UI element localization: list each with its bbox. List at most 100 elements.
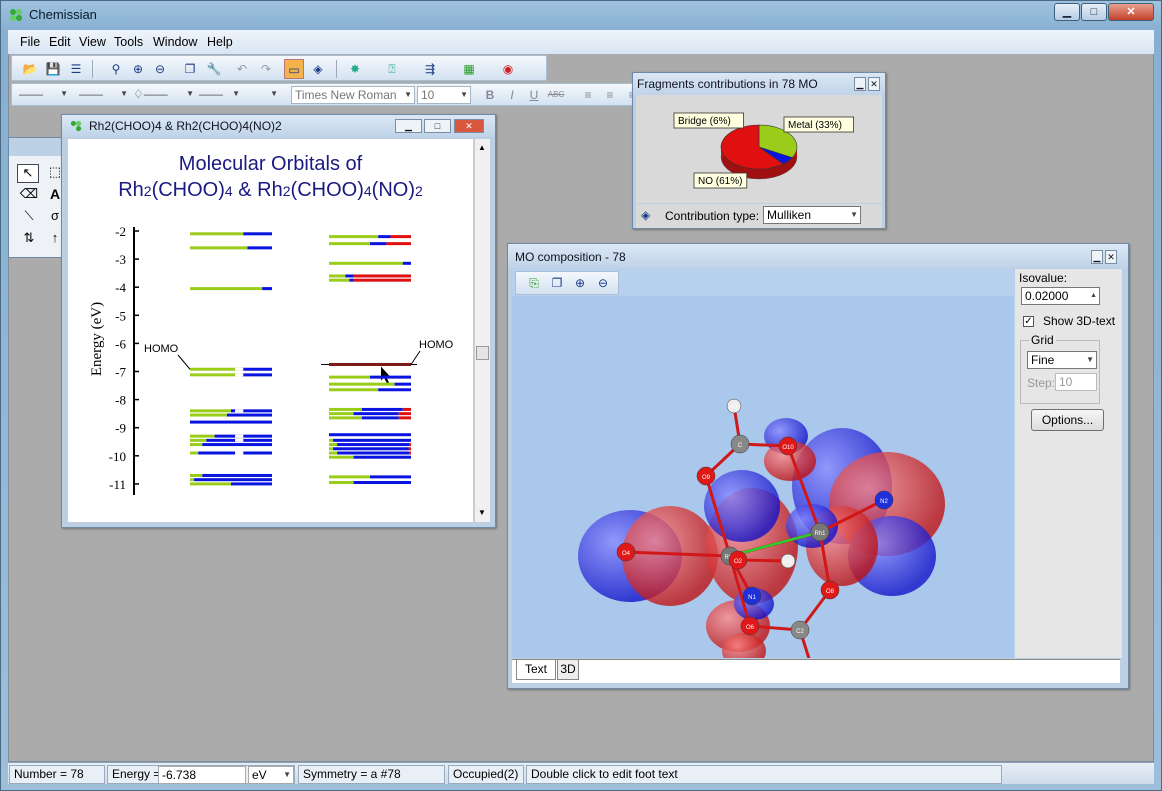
menu-view[interactable]: View bbox=[79, 35, 106, 49]
left-level-gap bbox=[235, 434, 244, 438]
fragment-pie-chart: Metal (33%) Bridge (6%) NO (61%) bbox=[673, 112, 854, 189]
export-icon[interactable]: ⎘ bbox=[524, 273, 544, 293]
left-level-gap bbox=[235, 409, 244, 413]
color-combo[interactable]: ▼ bbox=[244, 86, 280, 104]
atom-label: O2 bbox=[734, 559, 743, 565]
wrench-icon[interactable]: 🔧 bbox=[204, 59, 224, 79]
energy-value-field[interactable]: -6.738 bbox=[158, 766, 246, 784]
diagram-maximize-button[interactable]: □ bbox=[424, 119, 451, 133]
scroll-thumb[interactable] bbox=[476, 346, 489, 360]
left-level-metal bbox=[190, 443, 203, 447]
fragments-close-button[interactable]: ✕ bbox=[868, 77, 880, 91]
fill-color-combo[interactable]: ♢—— ▼ bbox=[130, 86, 196, 104]
save-icon[interactable]: 💾 bbox=[43, 59, 63, 79]
level-mode-icon[interactable]: ▭ bbox=[284, 59, 304, 79]
mo-3d-view[interactable]: ⎘ ❐ ⊕ ⊖ H3CO10O9N2Rh1Rh2O2H1O4N1O8C2O6H2 bbox=[512, 269, 1014, 658]
levels-icon[interactable]: ☰ bbox=[66, 59, 86, 79]
fragment-icon[interactable]: ◈ bbox=[308, 59, 328, 79]
energy-unit-select[interactable]: eV ▼ bbox=[248, 766, 294, 784]
molecule-3d-render[interactable]: H3CO10O9N2Rh1Rh2O2H1O4N1O8C2O6H2 bbox=[512, 296, 1014, 658]
italic-button[interactable]: I bbox=[502, 85, 522, 105]
scroll-up-icon[interactable]: ▲ bbox=[478, 143, 486, 152]
underline-button[interactable]: U bbox=[524, 85, 544, 105]
help-cursor-icon[interactable]: ⍰ bbox=[382, 59, 402, 79]
mo-zoom-in-icon[interactable]: ⊕ bbox=[570, 273, 590, 293]
mo-minimize-button[interactable]: ▁ bbox=[1091, 250, 1103, 264]
tab-3d[interactable]: 3D bbox=[557, 660, 579, 680]
open-icon[interactable]: 📂 bbox=[20, 59, 40, 79]
menu-help[interactable]: Help bbox=[207, 35, 233, 49]
strike-button[interactable]: ABC bbox=[546, 85, 566, 105]
close-button[interactable]: ✕ bbox=[1108, 3, 1154, 21]
right-level-no bbox=[386, 242, 411, 246]
undo-icon[interactable]: ↶ bbox=[232, 59, 252, 79]
isovalue-input[interactable]: 0.02000 ▲ bbox=[1021, 287, 1100, 305]
menu-tools[interactable]: Tools bbox=[114, 35, 143, 49]
right-level-metal bbox=[329, 242, 370, 246]
align-left-icon[interactable]: ≡ bbox=[578, 85, 598, 105]
arrow-tool-icon[interactable]: ↖ bbox=[17, 164, 39, 183]
font-size-combo[interactable]: 10 ▼ bbox=[417, 86, 471, 104]
options-button[interactable]: Options... bbox=[1031, 409, 1104, 431]
diagram-minimize-button[interactable]: ▁ bbox=[395, 119, 422, 133]
diagram-scrollbar[interactable]: ▲ ▼ bbox=[474, 139, 490, 522]
fragments-window: Fragments contributions in 78 MO ▁ ✕ Met… bbox=[632, 72, 886, 229]
grid-groupbox bbox=[1020, 340, 1100, 404]
contribution-type-select[interactable]: Mulliken ▼ bbox=[763, 206, 861, 224]
bold-button[interactable]: B bbox=[480, 85, 500, 105]
status-foot-text[interactable]: Double click to edit foot text bbox=[526, 765, 1002, 784]
diagram-close-button[interactable]: ✕ bbox=[454, 119, 484, 133]
line-tool-icon[interactable]: ⟍ bbox=[19, 208, 39, 227]
copy-icon[interactable]: ❐ bbox=[180, 59, 200, 79]
redo-icon[interactable]: ↷ bbox=[256, 59, 276, 79]
font-combo[interactable]: Times New Roman ▼ bbox=[291, 86, 415, 104]
pie-label: NO (61%) bbox=[698, 176, 742, 187]
fragments-minimize-button[interactable]: ▁ bbox=[854, 77, 866, 91]
mo-view-toolbar: ⎘ ❐ ⊕ ⊖ bbox=[515, 271, 619, 295]
eraser-tool-icon[interactable]: ⌫ bbox=[19, 186, 39, 205]
energy-level-diagram[interactable]: -2 -3 -4 -5 -6 -7 -8 -9 -10 -11 Energy (eV) HOMO HOM… bbox=[68, 139, 473, 522]
arrow-style-combo[interactable]: —— ▼ bbox=[196, 86, 242, 104]
mo-close-button[interactable]: ✕ bbox=[1105, 250, 1117, 264]
left-level-bridge bbox=[194, 478, 272, 482]
menu-window[interactable]: Window bbox=[153, 35, 197, 49]
chemissian-logo-icon bbox=[70, 120, 82, 132]
zoom-out-icon[interactable]: ⊖ bbox=[150, 59, 170, 79]
contribution-type-label: Contribution type: bbox=[665, 209, 760, 223]
show-3d-text-checkbox[interactable]: ✓ bbox=[1023, 316, 1034, 327]
align-icon[interactable]: ⇶ bbox=[420, 59, 440, 79]
left-level-metal bbox=[190, 473, 203, 477]
updown-arrow-tool-icon[interactable]: ⇅ bbox=[19, 230, 39, 249]
maximize-button[interactable]: □ bbox=[1081, 3, 1107, 21]
line-style-combo[interactable]: —— ▼ bbox=[16, 86, 70, 104]
copy-image-icon[interactable]: ❐ bbox=[547, 273, 567, 293]
left-level-metal bbox=[190, 482, 231, 486]
homo-label-right: HOMO bbox=[419, 339, 454, 351]
right-level-bridge bbox=[353, 455, 411, 459]
menu-edit[interactable]: Edit bbox=[49, 35, 71, 49]
scroll-down-icon[interactable]: ▼ bbox=[478, 508, 486, 517]
mo-zoom-out-icon[interactable]: ⊖ bbox=[593, 273, 613, 293]
mo-diagram-canvas[interactable]: Molecular Orbitals of Rh2(CHOO)4 & Rh2(C… bbox=[68, 139, 473, 522]
zoom-in-icon[interactable]: ⊕ bbox=[128, 59, 148, 79]
line-width-combo[interactable]: —— ▼ bbox=[76, 86, 130, 104]
chart-icon[interactable]: ▦ bbox=[459, 59, 479, 79]
step-input[interactable]: 10 bbox=[1055, 373, 1097, 391]
right-level-metal bbox=[329, 407, 362, 411]
atom-label: O8 bbox=[826, 589, 835, 595]
atom-label: O9 bbox=[702, 475, 711, 481]
right-level-bridge bbox=[361, 416, 399, 420]
orbital-icon[interactable]: ✸ bbox=[345, 59, 365, 79]
mo-display-icon[interactable]: ◉ bbox=[498, 59, 518, 79]
right-level-metal bbox=[329, 438, 334, 442]
zoom-levels-icon[interactable]: ⚲ bbox=[106, 59, 126, 79]
menu-file[interactable]: File bbox=[20, 35, 40, 49]
align-center-icon[interactable]: ≡ bbox=[600, 85, 620, 105]
minimize-button[interactable]: ▁ bbox=[1054, 3, 1080, 21]
pie-label: Bridge (6%) bbox=[678, 116, 731, 127]
tab-text[interactable]: Text bbox=[516, 660, 556, 680]
atom-label: N1 bbox=[748, 595, 756, 601]
grid-select[interactable]: Fine ▼ bbox=[1027, 351, 1097, 369]
left-level-bridge bbox=[240, 373, 272, 377]
status-energy: Energy = -6.738 eV ▼ bbox=[107, 765, 295, 784]
